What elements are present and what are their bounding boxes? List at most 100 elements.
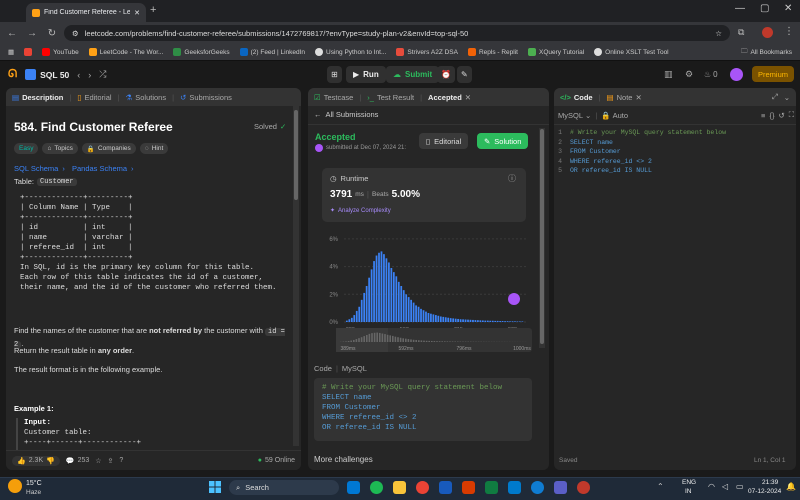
- language-select[interactable]: MySQL ⌄: [558, 111, 591, 120]
- fullscreen-icon[interactable]: ⛶: [789, 110, 794, 120]
- collapse-panel-icon[interactable]: ⌄: [784, 93, 790, 102]
- weather-icon[interactable]: [8, 479, 22, 493]
- word-icon[interactable]: [439, 481, 452, 494]
- studyplan-title[interactable]: SQL 50: [25, 66, 69, 83]
- copilot-icon[interactable]: [347, 481, 360, 494]
- gmail-icon[interactable]: [24, 48, 33, 56]
- close-tab-icon[interactable]: ✕: [635, 93, 641, 102]
- forward-icon[interactable]: →: [26, 28, 38, 39]
- browser-tab[interactable]: Find Customer Referee - LeetC ✕: [26, 3, 146, 22]
- help-icon[interactable]: ?: [119, 457, 123, 464]
- comments-button[interactable]: 💬 253: [66, 457, 89, 465]
- editor-line[interactable]: 5 OR referee_id IS NULL: [554, 166, 796, 176]
- share-icon[interactable]: ⇪: [108, 457, 114, 465]
- profile-avatar[interactable]: [762, 27, 773, 38]
- chrome-profile-icon[interactable]: [577, 481, 590, 494]
- bookmark-star-icon[interactable]: ☆: [715, 29, 722, 38]
- bookmark-linkedin[interactable]: (2) Feed | LinkedIn: [239, 48, 305, 56]
- code-editor[interactable]: 1 # Write your MySQL query statement belo…: [554, 128, 796, 176]
- maximize-panel-icon[interactable]: ⤢: [772, 92, 778, 102]
- clock-time[interactable]: 21:39: [762, 479, 778, 486]
- thumb-down-icon[interactable]: 👎: [46, 457, 55, 465]
- tab-description[interactable]: ▤ Description: [12, 93, 63, 102]
- powerpoint-icon[interactable]: [462, 481, 475, 494]
- maximize-icon[interactable]: ▢: [760, 3, 769, 14]
- shuffle-icon[interactable]: ⤮: [99, 69, 106, 80]
- middle-scrollbar-thumb[interactable]: [540, 129, 544, 344]
- editor-line[interactable]: 1 # Write your MySQL query statement belo…: [554, 128, 796, 138]
- editor-line[interactable]: 3 FROM Customer: [554, 147, 796, 157]
- topics-chip[interactable]: ⌂ Topics: [42, 143, 78, 154]
- bookmark-replit[interactable]: Repls - Replit: [467, 48, 518, 56]
- braces-icon[interactable]: {}: [769, 111, 774, 120]
- reload-icon[interactable]: ↻: [46, 28, 58, 39]
- run-button[interactable]: ▶ Run: [346, 66, 386, 83]
- address-bar[interactable]: ⚙ leetcode.com/problems/find-customer-re…: [64, 25, 730, 41]
- analyze-complexity-link[interactable]: ✦ Analyze Complexity: [330, 207, 391, 215]
- prev-problem-icon[interactable]: ‹: [77, 70, 80, 80]
- region-indicator[interactable]: IN: [685, 488, 692, 495]
- extensions-icon[interactable]: ⧉: [738, 27, 744, 38]
- volume-icon[interactable]: ◁: [722, 482, 728, 491]
- streak-counter[interactable]: ♨ 0: [704, 70, 718, 79]
- next-problem-icon[interactable]: ›: [88, 70, 91, 80]
- wifi-icon[interactable]: ◠: [708, 482, 715, 491]
- taskbar-search[interactable]: ⌕ Search: [229, 480, 339, 495]
- format-icon[interactable]: ≡: [761, 111, 765, 120]
- file-explorer-icon[interactable]: [393, 481, 406, 494]
- bookmark-leetcode[interactable]: LeetCode - The Wor...: [88, 48, 163, 56]
- companies-chip[interactable]: 🔒 Companies: [81, 143, 136, 154]
- runtime-card[interactable]: ◷ Runtime ⓘ 3791 ms | Beats 5.00% ✦ Analyz…: [322, 168, 526, 222]
- difficulty-chip[interactable]: Easy: [14, 143, 39, 154]
- like-button[interactable]: 👍 2.3K 👎: [12, 455, 60, 466]
- close-tab-icon[interactable]: ✕: [134, 9, 140, 17]
- hint-chip[interactable]: ◌ Hint: [139, 143, 169, 154]
- all-bookmarks[interactable]: 🗀 All Bookmarks: [741, 47, 792, 58]
- bookmark-strivers[interactable]: Strivers A2Z DSA: [396, 48, 458, 56]
- notification-bell-icon[interactable]: 🔔: [786, 482, 796, 491]
- windows-start-icon[interactable]: [209, 481, 221, 493]
- tab-note[interactable]: ▤ Note ✕: [607, 93, 642, 102]
- spotify-icon[interactable]: [370, 481, 383, 494]
- close-window-icon[interactable]: ✕: [784, 3, 792, 14]
- favorite-star-icon[interactable]: ☆: [95, 457, 101, 465]
- bookmark-xquery[interactable]: XQuery Tutorial: [527, 48, 584, 56]
- site-info-icon[interactable]: ⚙: [72, 29, 79, 38]
- editor-line[interactable]: 2 SELECT name: [554, 138, 796, 148]
- language-indicator[interactable]: ENG: [682, 479, 696, 486]
- debug-button[interactable]: ⊞: [327, 66, 342, 83]
- battery-icon[interactable]: ▭: [736, 482, 744, 491]
- all-submissions-link[interactable]: ← All Submissions: [314, 110, 378, 119]
- problem-title[interactable]: 584. Find Customer Referee: [14, 120, 173, 134]
- vscode-icon[interactable]: [508, 481, 521, 494]
- notes-button[interactable]: ✎: [457, 66, 472, 83]
- more-challenges[interactable]: More challenges: [314, 455, 373, 464]
- timer-button[interactable]: ⏰: [437, 66, 455, 83]
- bookmark-gfg[interactable]: GeeksforGeeks: [173, 48, 230, 56]
- chrome-menu-icon[interactable]: ⋮: [784, 26, 794, 37]
- submit-button[interactable]: ☁ Submit: [386, 66, 440, 83]
- settings-gear-icon[interactable]: ⚙: [685, 69, 693, 80]
- tab-editorial[interactable]: ▯ Editorial: [77, 93, 111, 102]
- minimize-icon[interactable]: —: [735, 3, 745, 14]
- tab-accepted[interactable]: Accepted ✕: [428, 93, 471, 102]
- back-icon[interactable]: ←: [6, 28, 18, 39]
- teams-icon[interactable]: [554, 481, 567, 494]
- chrome-icon[interactable]: [416, 481, 429, 494]
- clock-date[interactable]: 07-12-2024: [748, 488, 781, 495]
- bookmark-xslt[interactable]: Online XSLT Test Tool: [594, 48, 669, 56]
- reset-icon[interactable]: ↺: [778, 111, 784, 120]
- bookmark-python[interactable]: Using Python to Int...: [315, 48, 386, 56]
- layout-icon[interactable]: ▥: [664, 69, 673, 80]
- runtime-mini-chart[interactable]: 389ms 592ms 796ms 1000ms: [308, 326, 549, 354]
- tab-code[interactable]: </> Code: [560, 93, 593, 102]
- tab-submissions[interactable]: ↺ Submissions: [180, 93, 232, 102]
- premium-button[interactable]: Premium: [752, 66, 794, 82]
- editor-line[interactable]: 4 WHERE referee_id <> 2: [554, 157, 796, 167]
- tab-testcase[interactable]: ☑ Testcase: [314, 93, 353, 102]
- new-tab-icon[interactable]: +: [150, 4, 156, 16]
- bookmark-youtube[interactable]: YouTube: [42, 48, 79, 56]
- apps-icon[interactable]: ▦: [8, 48, 14, 56]
- auto-mode[interactable]: 🔒 Auto: [601, 111, 628, 120]
- user-avatar[interactable]: [730, 68, 743, 81]
